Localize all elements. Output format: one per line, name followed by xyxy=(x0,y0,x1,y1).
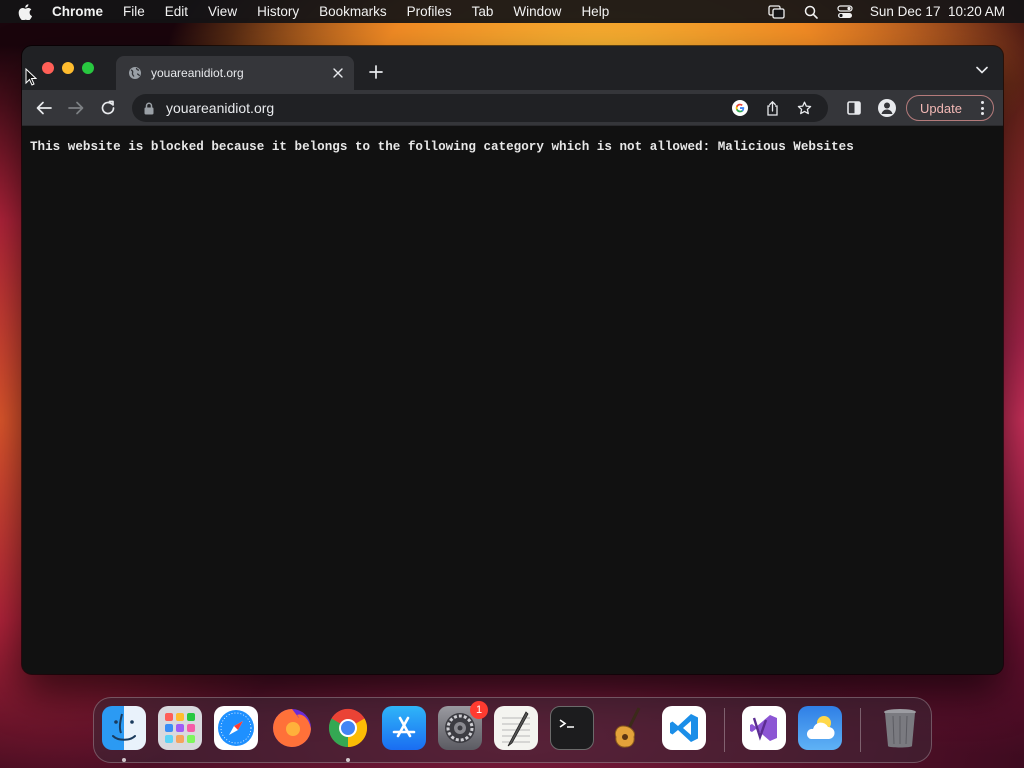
textedit-icon[interactable] xyxy=(494,706,538,750)
launchpad-icon[interactable] xyxy=(158,706,202,750)
zoom-window-button[interactable] xyxy=(82,62,94,74)
chevron-down-icon[interactable] xyxy=(975,64,989,76)
side-panel-icon[interactable] xyxy=(846,100,862,116)
running-indicator xyxy=(122,758,126,762)
garageband-icon[interactable] xyxy=(606,706,650,750)
tab-active[interactable]: youareanidiot.org xyxy=(116,56,354,90)
google-lens-icon[interactable] xyxy=(732,100,748,116)
weather-icon[interactable] xyxy=(798,706,842,750)
menu-profiles[interactable]: Profiles xyxy=(407,4,452,19)
dock-separator xyxy=(860,708,861,752)
app-store-icon[interactable] xyxy=(382,706,426,750)
terminal-icon[interactable] xyxy=(550,706,594,750)
url-text[interactable]: youareanidiot.org xyxy=(166,100,732,116)
update-button[interactable]: Update xyxy=(906,95,994,121)
menu-history[interactable]: History xyxy=(257,4,299,19)
firefox-icon[interactable] xyxy=(270,706,314,750)
page-content: This website is blocked because it belon… xyxy=(22,127,1003,674)
close-window-button[interactable] xyxy=(42,62,54,74)
reload-icon[interactable] xyxy=(98,98,118,118)
menu-tab[interactable]: Tab xyxy=(472,4,494,19)
notification-badge: 1 xyxy=(470,701,488,719)
tab-title: youareanidiot.org xyxy=(151,66,244,80)
back-arrow-icon[interactable] xyxy=(34,98,54,118)
new-tab-plus-icon[interactable] xyxy=(367,63,385,81)
browser-window: youareanidiot.org youareanidiot.org Upda… xyxy=(22,46,1003,674)
apple-menu-icon[interactable] xyxy=(18,3,36,21)
finder-icon[interactable] xyxy=(102,706,146,750)
control-center-icon[interactable] xyxy=(836,4,854,20)
minimize-window-button[interactable] xyxy=(62,62,74,74)
dock: 1 xyxy=(93,697,932,763)
safari-icon[interactable] xyxy=(214,706,258,750)
menu-help[interactable]: Help xyxy=(581,4,609,19)
mouse-cursor-icon xyxy=(25,68,37,86)
menu-bar: Chrome File Edit View History Bookmarks … xyxy=(0,0,1024,23)
blocked-message: This website is blocked because it belon… xyxy=(30,140,854,154)
close-tab-icon[interactable] xyxy=(330,65,346,81)
bookmark-star-icon[interactable] xyxy=(796,100,812,116)
menu-window[interactable]: Window xyxy=(513,4,561,19)
chrome-icon[interactable] xyxy=(326,706,370,750)
menu-app-name[interactable]: Chrome xyxy=(52,4,103,19)
trash-icon[interactable] xyxy=(878,706,922,750)
menu-bookmarks[interactable]: Bookmarks xyxy=(319,4,387,19)
browser-toolbar: youareanidiot.org Update xyxy=(22,90,1003,126)
forward-arrow-icon[interactable] xyxy=(66,98,86,118)
profile-avatar-icon[interactable] xyxy=(878,99,896,117)
menu-view[interactable]: View xyxy=(208,4,237,19)
update-label: Update xyxy=(920,100,962,116)
address-bar[interactable]: youareanidiot.org xyxy=(132,94,828,122)
vscode-icon[interactable] xyxy=(662,706,706,750)
tab-strip: youareanidiot.org xyxy=(22,46,1003,90)
visual-studio-icon[interactable] xyxy=(742,706,786,750)
menubar-clock[interactable]: Sun Dec 17 10:20 AM xyxy=(870,4,1005,19)
share-icon[interactable] xyxy=(764,100,780,116)
spotlight-search-icon[interactable] xyxy=(802,4,820,20)
dock-separator xyxy=(724,708,725,752)
menu-file[interactable]: File xyxy=(123,4,145,19)
window-controls xyxy=(42,62,94,74)
menu-edit[interactable]: Edit xyxy=(165,4,188,19)
more-menu-icon[interactable] xyxy=(980,101,984,115)
screen-mirroring-icon[interactable] xyxy=(768,4,786,20)
globe-icon xyxy=(128,66,142,80)
running-indicator xyxy=(346,758,350,762)
lock-icon[interactable] xyxy=(144,101,156,115)
